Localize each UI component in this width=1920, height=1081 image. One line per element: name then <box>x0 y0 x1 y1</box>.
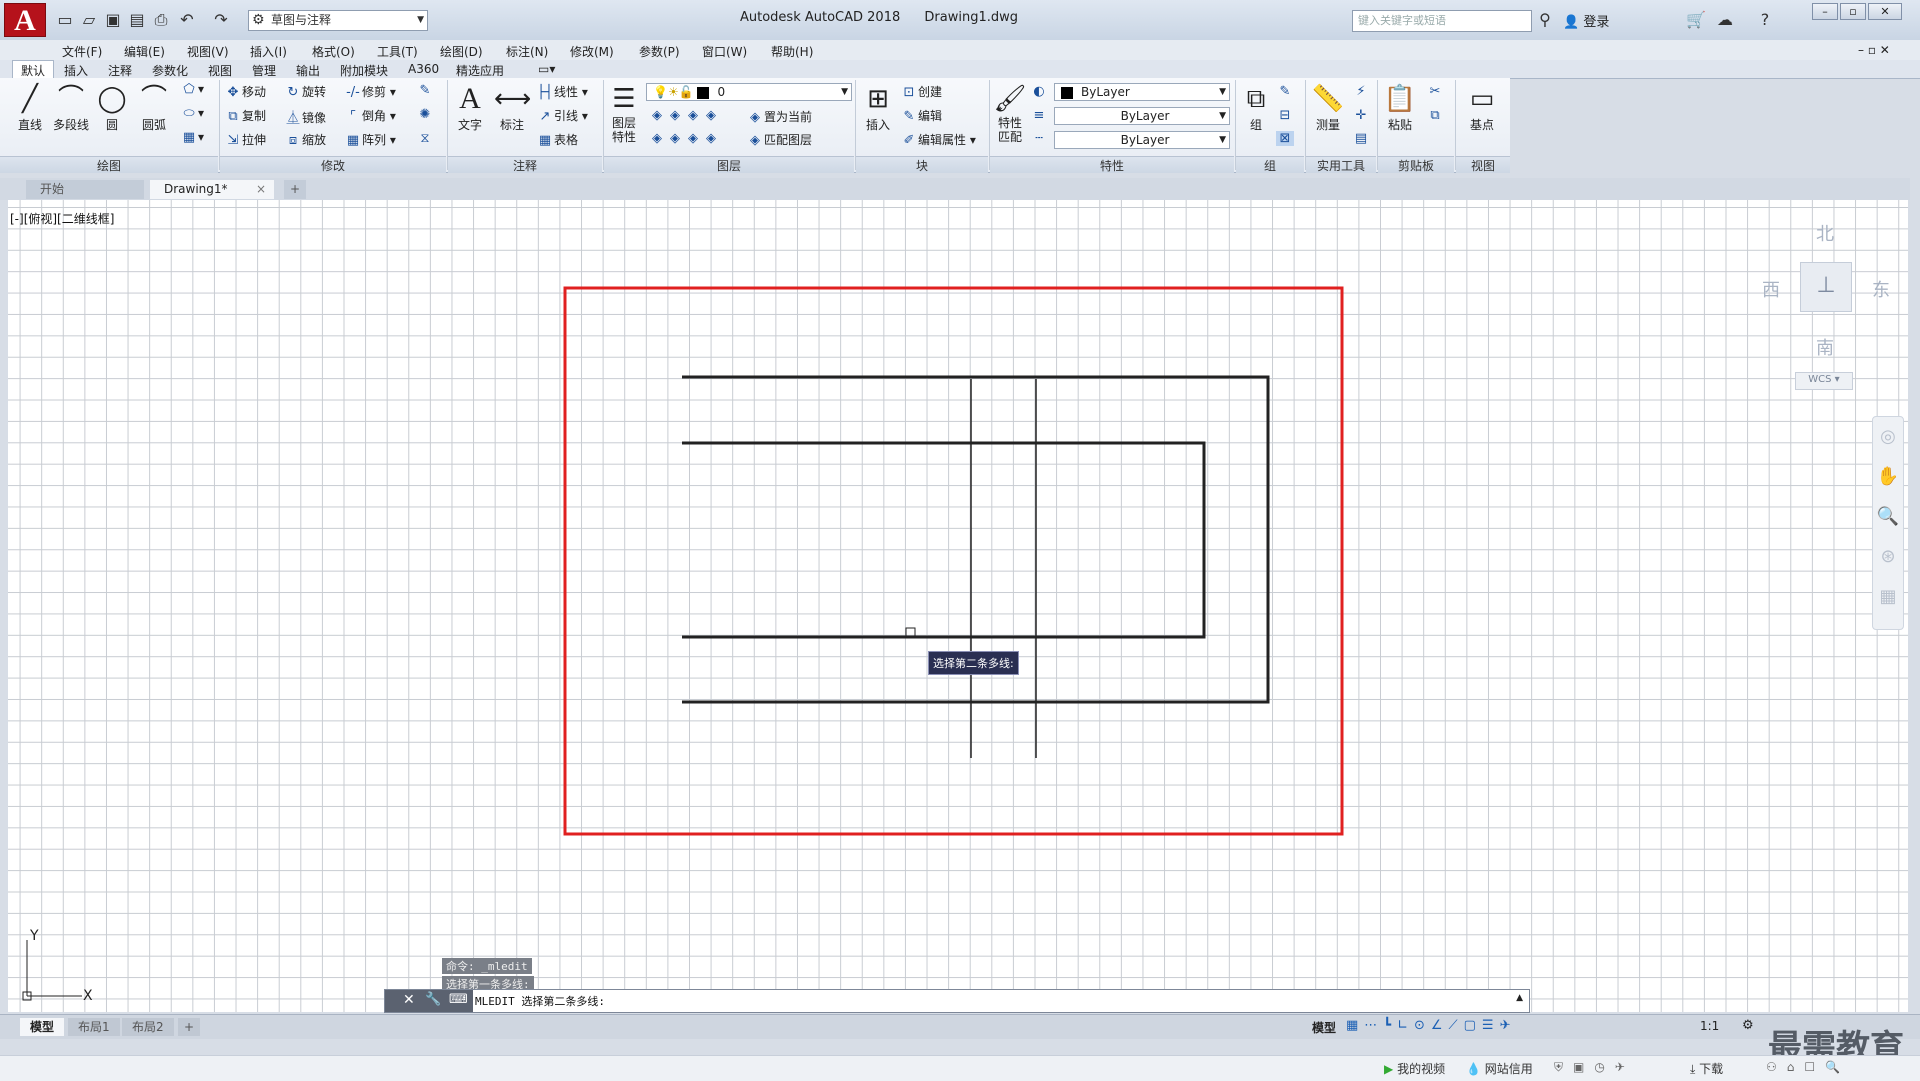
video-icon: ▶ <box>1384 1062 1394 1076</box>
tab-model[interactable]: 模型 <box>20 1018 65 1036</box>
command-line-grip[interactable]: ✕ 🔧 ⌨ <box>385 990 473 1012</box>
annotation-scale[interactable]: 1:1 <box>1700 1019 1719 1033</box>
close-icon[interactable]: ✕ <box>403 992 415 1008</box>
plus-icon: + <box>184 1020 195 1034</box>
command-line[interactable]: ✕ 🔧 ⌨ MLEDIT 选择第二条多线: ▲ <box>384 989 1530 1013</box>
tab-layout2[interactable]: 布局2 <box>122 1018 174 1036</box>
ucs-icon <box>22 940 82 1001</box>
drop-icon: 💧 <box>1466 1062 1481 1076</box>
command-icon[interactable]: ⌨ <box>449 992 468 1007</box>
inner-multiline <box>682 441 1206 639</box>
download-icon: ⤓ <box>1690 1062 1696 1076</box>
site-credit-label: 网站信用 <box>1484 1062 1533 1076</box>
viewcube-east[interactable]: 东 <box>1872 276 1890 302</box>
status-toggle-icons[interactable]: ▦⋯┗∟⊙∠⟋▢☰✈ <box>1346 1018 1516 1033</box>
bottom-taskbar: ▶ 我的视频 💧 网站信用 ⛨▣◷✈ ⤓ 下载 ⚇⌂☐🔍 <box>0 1055 1920 1081</box>
wrench-icon[interactable]: 🔧 <box>425 992 441 1007</box>
ucs-y-label: Y <box>29 928 39 944</box>
taskbar-tool-icons[interactable]: ⛨▣◷✈ <box>1554 1060 1635 1075</box>
command-tooltip: 选择第二条多线: <box>928 651 1019 675</box>
site-credit-link[interactable]: 💧 网站信用 <box>1466 1060 1533 1077</box>
viewcube-south[interactable]: 南 <box>1816 334 1834 360</box>
red-border-rectangle <box>563 286 1344 836</box>
ucs-x-label: X <box>83 988 93 1004</box>
my-videos-link[interactable]: ▶ 我的视频 <box>1384 1060 1445 1077</box>
download-label: 下载 <box>1699 1062 1724 1076</box>
viewcube-north[interactable]: 北 <box>1816 220 1834 246</box>
layout-status-bar: 模型 布局1 布局2 + 模型 ▦⋯┗∟⊙∠⟋▢☰✈ 1:1 ⚙ <box>0 1014 1920 1039</box>
tab-layout1[interactable]: 布局1 <box>68 1018 120 1036</box>
command-prompt[interactable]: MLEDIT 选择第二条多线: <box>475 993 605 1009</box>
wcs-label: WCS <box>1808 374 1832 385</box>
taskbar-extra-icons[interactable]: ⚇⌂☐🔍 <box>1766 1060 1850 1074</box>
viewcube-face[interactable]: ⊥ <box>1800 262 1852 312</box>
history-line: 命令: _mledit <box>442 958 532 974</box>
my-videos-label: 我的视频 <box>1397 1062 1446 1076</box>
add-layout-button[interactable]: + <box>178 1018 201 1036</box>
nav-tools-icon[interactable]: ◎ ✋ 🔍 ⊛ ▦ <box>1873 417 1903 617</box>
navigation-bar[interactable]: ◎ ✋ 🔍 ⊛ ▦ <box>1872 416 1904 630</box>
viewcube-west[interactable]: 西 <box>1762 276 1780 302</box>
model-space-button[interactable]: 模型 <box>1312 1019 1336 1036</box>
drawing-geometry: Y X <box>22 286 1344 1004</box>
chevron-up-icon[interactable]: ▲ <box>1516 993 1523 1003</box>
gear-icon[interactable]: ⚙ <box>1742 1018 1754 1033</box>
wcs-dropdown[interactable]: WCS ▾ <box>1795 372 1853 390</box>
download-link[interactable]: ⤓ 下载 <box>1690 1060 1723 1077</box>
